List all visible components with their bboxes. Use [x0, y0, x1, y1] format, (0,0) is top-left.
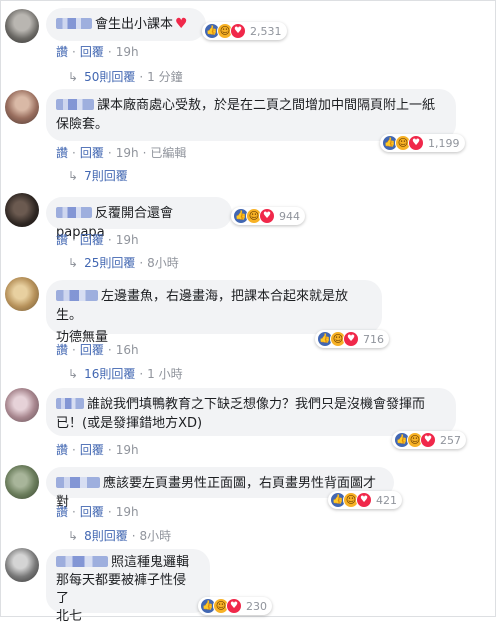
- view-replies-link[interactable]: ↳ 50則回覆 · 1 分鐘: [68, 68, 183, 85]
- reaction-count: 230: [246, 599, 267, 613]
- avatar[interactable]: [5, 277, 39, 311]
- love-icon: ♥: [343, 331, 359, 347]
- avatar[interactable]: [5, 9, 39, 43]
- author-name[interactable]: [56, 556, 108, 567]
- comment-text: 左邊畫魚，右邊畫海，把課本合起來就是放生。: [56, 289, 349, 323]
- avatar[interactable]: [5, 193, 39, 227]
- love-icon: ♥: [356, 492, 372, 508]
- reply-arrow-icon: ↳: [68, 529, 79, 543]
- reaction-summary[interactable]: 👍 ☺ ♥ 1,199: [380, 134, 465, 152]
- like-link[interactable]: 讚: [56, 343, 68, 357]
- avatar[interactable]: [5, 90, 39, 124]
- reply-link[interactable]: 回覆: [80, 443, 104, 457]
- edited-label[interactable]: 已編輯: [150, 146, 186, 160]
- like-link[interactable]: 讚: [56, 443, 68, 457]
- comment-text: 照這種鬼邏輯: [111, 555, 190, 570]
- reply-arrow-icon: ↳: [68, 367, 79, 381]
- reaction-summary[interactable]: 👍 ☺ ♥ 421: [328, 491, 402, 509]
- view-replies-link[interactable]: ↳ 25則回覆 · 8小時: [68, 254, 179, 271]
- like-link[interactable]: 讚: [56, 233, 68, 247]
- reaction-count: 1,199: [428, 136, 460, 150]
- author-name[interactable]: [56, 99, 94, 110]
- comment-actions: 讚 · 回覆 · 19h: [56, 45, 139, 59]
- timestamp[interactable]: 16h: [116, 343, 139, 357]
- comment-text: 會生出小課本: [95, 17, 174, 32]
- author-name[interactable]: [56, 18, 92, 29]
- avatar[interactable]: [5, 388, 39, 422]
- view-replies-link[interactable]: ↳ 7則回覆: [68, 167, 128, 184]
- view-replies-link[interactable]: ↳ 8則回覆 · 8小時: [68, 527, 171, 544]
- reaction-count: 716: [363, 332, 384, 346]
- comment-bubble: 反覆開合還會papapa: [46, 197, 232, 240]
- like-link[interactable]: 讚: [56, 45, 68, 59]
- comment-actions: 讚 · 回覆 · 19h: [56, 505, 139, 519]
- reply-link[interactable]: 回覆: [80, 146, 104, 160]
- timestamp[interactable]: 19h: [116, 146, 139, 160]
- reaction-summary[interactable]: 👍 ☺ ♥ 257: [392, 431, 466, 449]
- like-link[interactable]: 讚: [56, 505, 68, 519]
- like-link[interactable]: 讚: [56, 146, 68, 160]
- reaction-summary[interactable]: 👍 ☺ ♥ 2,531: [202, 22, 287, 40]
- comment-actions: 讚 · 回覆 · 19h: [56, 233, 139, 247]
- timestamp[interactable]: 19h: [116, 443, 139, 457]
- reply-arrow-icon: ↳: [68, 256, 79, 270]
- love-icon: ♥: [408, 135, 424, 151]
- author-name[interactable]: [56, 207, 92, 218]
- comment-bubble: 左邊畫魚，右邊畫海，把課本合起來就是放生。 功德無量: [46, 280, 382, 345]
- reply-link[interactable]: 回覆: [80, 505, 104, 519]
- reply-link[interactable]: 回覆: [80, 343, 104, 357]
- avatar[interactable]: [5, 465, 39, 499]
- reply-link[interactable]: 回覆: [80, 233, 104, 247]
- reply-link[interactable]: 回覆: [80, 45, 104, 59]
- heart-emoji: ♥: [175, 16, 188, 32]
- comment-text-line2: 已！(或是發揮錯地方XD): [56, 416, 203, 431]
- timestamp[interactable]: 19h: [116, 505, 139, 519]
- reaction-summary[interactable]: 👍 ☺ ♥ 944: [231, 207, 305, 225]
- view-replies-link[interactable]: ↳ 16則回覆 · 1 小時: [68, 365, 183, 382]
- love-icon: ♥: [226, 598, 242, 614]
- reaction-count: 2,531: [250, 24, 282, 38]
- reaction-count: 421: [376, 493, 397, 507]
- reply-arrow-icon: ↳: [68, 70, 79, 84]
- comment-text: 誰說我們填鴨教育之下缺乏想像力？我們只是沒機會發揮而: [87, 397, 426, 412]
- comment-text-line2: 保險套。: [56, 117, 109, 132]
- timestamp[interactable]: 19h: [116, 233, 139, 247]
- reaction-summary[interactable]: 👍 ☺ ♥ 230: [198, 597, 272, 615]
- reaction-summary[interactable]: 👍 ☺ ♥ 716: [315, 330, 389, 348]
- reaction-count: 257: [440, 433, 461, 447]
- reaction-count: 944: [279, 209, 300, 223]
- author-name[interactable]: [56, 290, 98, 301]
- love-icon: ♥: [259, 208, 275, 224]
- comment-bubble: 會生出小課本 ♥: [46, 8, 206, 41]
- author-name[interactable]: [56, 477, 100, 488]
- love-icon: ♥: [420, 432, 436, 448]
- comment-text: 課本廠商處心受敖，於是在二頁之間增加中間隔頁附上一紙: [97, 98, 436, 113]
- reply-arrow-icon: ↳: [68, 169, 79, 183]
- comment-actions: 讚 · 回覆 · 19h · 已編輯: [56, 146, 187, 160]
- comment-text-line3: 北七: [56, 609, 83, 624]
- love-icon: ♥: [230, 23, 246, 39]
- timestamp[interactable]: 19h: [116, 45, 139, 59]
- comment-actions: 讚 · 回覆 · 19h: [56, 443, 139, 457]
- comment-actions: 讚 · 回覆 · 16h: [56, 343, 139, 357]
- comment-text-line2: 那每天都要被褲子性侵了: [56, 573, 187, 606]
- author-name[interactable]: [56, 398, 84, 409]
- comment-bubble: 誰說我們填鴨教育之下缺乏想像力？我們只是沒機會發揮而 已！(或是發揮錯地方XD): [46, 388, 456, 436]
- avatar[interactable]: [5, 548, 39, 582]
- comment-bubble: 照這種鬼邏輯 那每天都要被褲子性侵了 北七: [46, 549, 210, 624]
